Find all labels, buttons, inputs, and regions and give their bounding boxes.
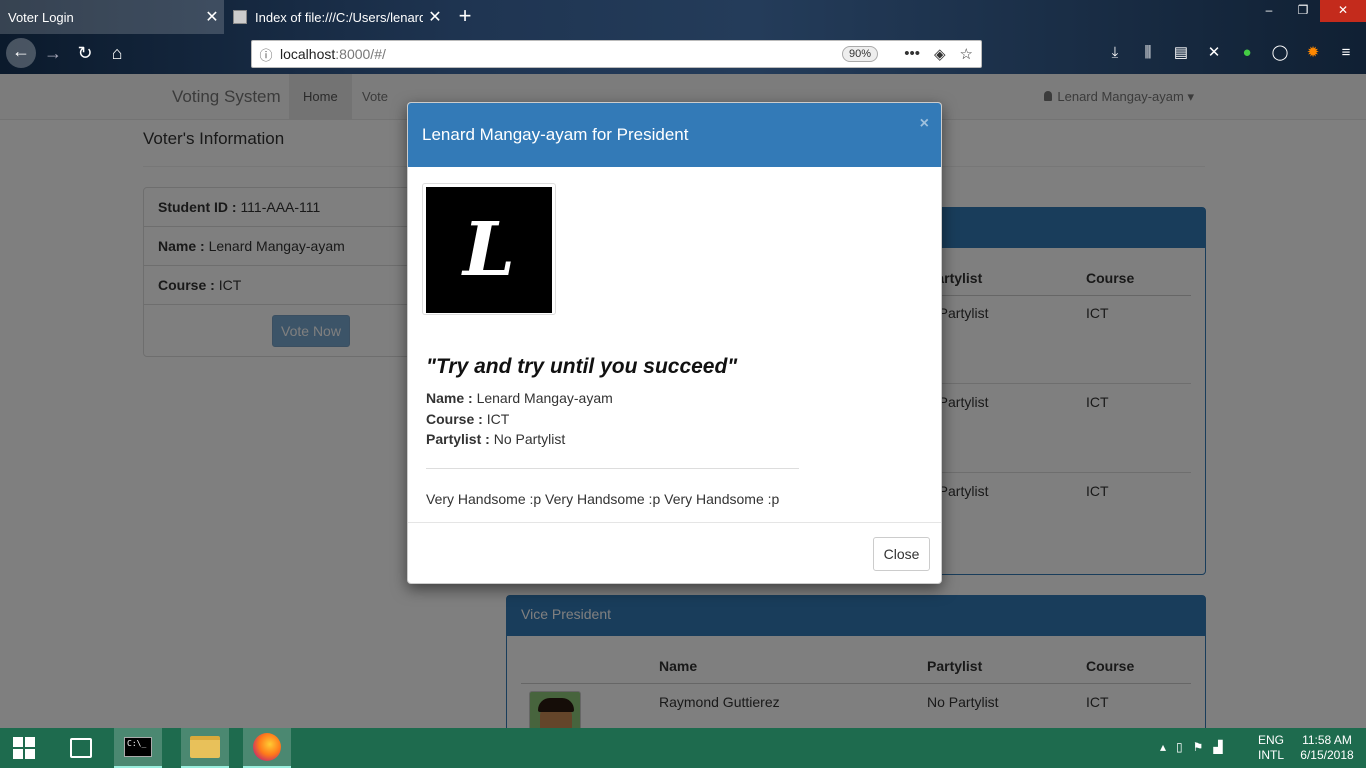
start-button[interactable] xyxy=(0,728,48,768)
terminal-icon: C:\_ xyxy=(124,737,152,757)
detail-course-label: Course : xyxy=(426,411,483,427)
zoom-level-badge[interactable]: 90% xyxy=(842,46,879,62)
library-icon[interactable]: ⫼ xyxy=(1137,42,1159,64)
candidate-modal: Lenard Mangay-ayam for President × L "Tr… xyxy=(407,102,942,584)
taskbar-cmd[interactable]: C:\_ xyxy=(114,728,162,768)
reload-icon[interactable]: ↻ xyxy=(72,40,98,66)
taskbar-firefox[interactable] xyxy=(243,728,291,768)
candidate-logo: L xyxy=(426,187,552,313)
toolbar-icons: ⤓ ⫼ ▤ ✕ ● ◯ ✹ ≡ xyxy=(1104,42,1357,64)
clock-date: 6/15/2018 xyxy=(1300,748,1354,762)
modal-header: Lenard Mangay-ayam for President × xyxy=(408,103,941,167)
candidate-motto: "Try and try until you succeed" xyxy=(426,355,738,378)
reader-view-icon[interactable]: ▤ xyxy=(1170,42,1192,64)
back-arrow-icon[interactable]: ← xyxy=(6,38,36,68)
page: Voting System Home Vote Lenard Mangay-ay… xyxy=(0,74,1366,728)
folder-icon xyxy=(190,736,220,758)
taskbar: C:\_ ▴ ▯ ⚑ ▟ ENG INTL 11:58 AM 6/15/2018 xyxy=(0,728,1366,768)
forward-arrow-icon[interactable]: → xyxy=(40,40,66,66)
tray-chevron-up-icon[interactable]: ▴ xyxy=(1160,740,1166,754)
extension-orange-icon[interactable]: ✹ xyxy=(1302,42,1324,64)
new-tab-plus-icon[interactable]: + xyxy=(452,4,478,30)
tab-close-icon[interactable]: ✕ xyxy=(423,7,447,27)
extension-x-icon[interactable]: ✕ xyxy=(1203,42,1225,64)
detail-partylist: Partylist : No Partylist xyxy=(426,431,565,447)
download-icon[interactable]: ⤓ xyxy=(1104,42,1126,64)
site-info-icon[interactable]: ⓘ xyxy=(252,45,280,64)
tab-title: Index of file:///C:/Users/lenard xyxy=(255,9,423,25)
detail-name: Name : Lenard Mangay-ayam xyxy=(426,390,613,406)
tab-close-icon[interactable]: ✕ xyxy=(200,7,224,27)
tray-network-icon[interactable]: ▟ xyxy=(1213,740,1222,754)
logo-letter: L xyxy=(462,207,516,293)
tab-voter-login[interactable]: Voter Login ✕ xyxy=(0,0,224,34)
detail-partylist-label: Partylist : xyxy=(426,431,490,447)
page-actions-icon[interactable]: ••• xyxy=(904,45,920,63)
extension-green-icon[interactable]: ● xyxy=(1236,42,1258,64)
detail-course-value: ICT xyxy=(486,411,510,427)
menu-hamburger-icon[interactable]: ≡ xyxy=(1335,42,1357,64)
window-close-icon[interactable]: ✕ xyxy=(1320,0,1366,22)
home-icon[interactable]: ⌂ xyxy=(104,40,130,66)
modal-footer: Close xyxy=(408,522,941,583)
divider xyxy=(426,468,799,469)
language-indicator[interactable]: ENG INTL xyxy=(1256,733,1286,763)
restore-icon[interactable]: ❐ xyxy=(1286,0,1320,22)
lang-bottom: INTL xyxy=(1257,748,1284,762)
task-view-icon xyxy=(70,738,92,758)
page-icon xyxy=(233,10,247,24)
close-button[interactable]: Close xyxy=(873,537,930,571)
firefox-icon xyxy=(253,733,281,761)
detail-name-label: Name : xyxy=(426,390,473,406)
url-host: localhost xyxy=(280,46,336,62)
tray-tablet-icon[interactable]: ▯ xyxy=(1176,740,1183,754)
bookmark-star-icon[interactable]: ☆ xyxy=(960,45,973,63)
detail-name-value: Lenard Mangay-ayam xyxy=(476,390,613,406)
address-bar[interactable]: ⓘ localhost:8000/#/ 90% ••• ◈ ☆ xyxy=(251,40,982,68)
windows-logo-icon xyxy=(13,737,35,759)
modal-close-icon[interactable]: × xyxy=(920,115,929,133)
clock-time: 11:58 AM xyxy=(1302,733,1352,747)
minimize-icon[interactable]: – xyxy=(1252,0,1286,22)
taskbar-file-explorer[interactable] xyxy=(181,728,229,768)
modal-title: Lenard Mangay-ayam for President xyxy=(422,125,689,144)
tab-index-of[interactable]: Index of file:///C:/Users/lenard ✕ xyxy=(225,0,447,34)
task-view-button[interactable] xyxy=(57,728,105,768)
browser-chrome: Voter Login ✕ Index of file:///C:/Users/… xyxy=(0,0,1366,74)
tab-title: Voter Login xyxy=(8,9,74,25)
candidate-photo: L xyxy=(422,183,556,315)
window-controls: – ❐ ✕ xyxy=(1252,0,1366,22)
candidate-description: Very Handsome :p Very Handsome :p Very H… xyxy=(426,491,780,507)
extension-ring-icon[interactable]: ◯ xyxy=(1269,42,1291,64)
clock[interactable]: 11:58 AM 6/15/2018 xyxy=(1294,733,1360,763)
detail-course: Course : ICT xyxy=(426,411,509,427)
lang-top: ENG xyxy=(1257,733,1284,747)
url-path: :8000/#/ xyxy=(335,46,386,62)
pocket-icon[interactable]: ◈ xyxy=(934,45,946,63)
detail-partylist-value: No Partylist xyxy=(493,431,566,447)
tray-flag-icon[interactable]: ⚑ xyxy=(1193,740,1204,754)
